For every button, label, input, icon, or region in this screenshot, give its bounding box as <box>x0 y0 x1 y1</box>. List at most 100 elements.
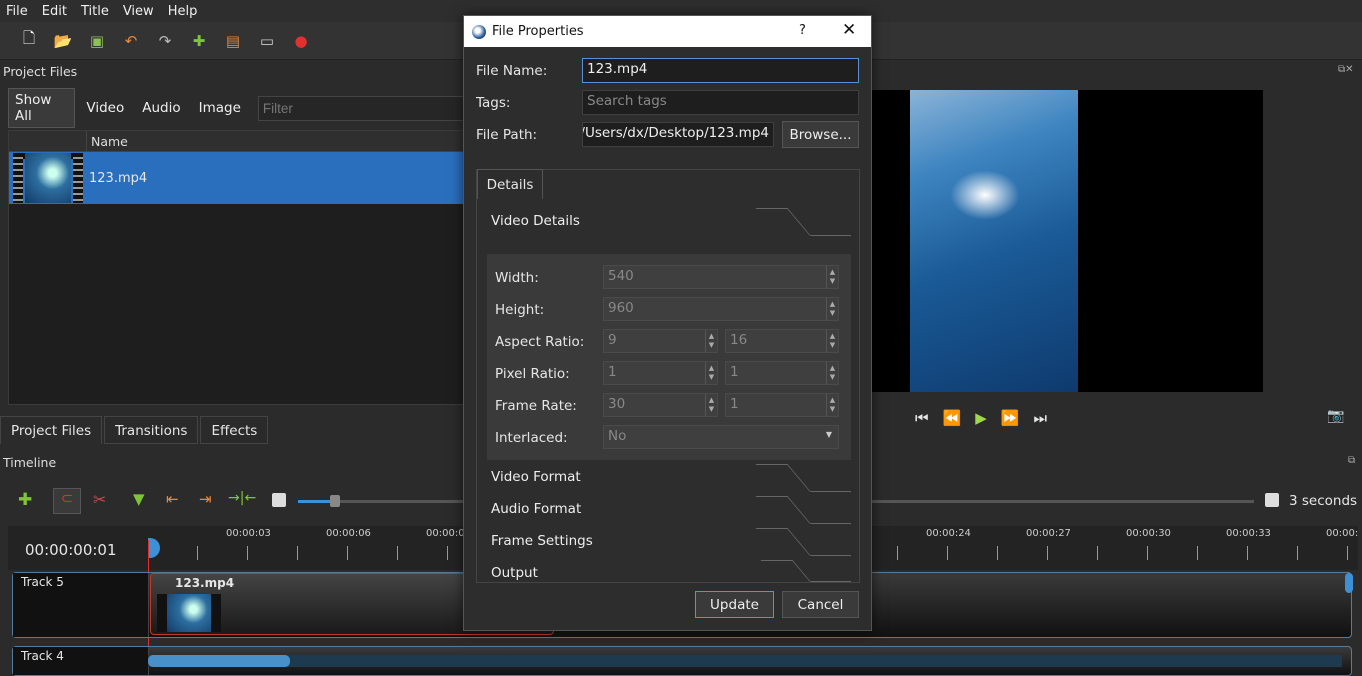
dock-close-icon[interactable]: ⧉✕ <box>1338 64 1354 75</box>
update-button[interactable]: Update <box>695 591 774 618</box>
aspect-denominator-value: 16 <box>730 332 748 348</box>
width-field[interactable]: 540 ▲ ▼ <box>603 265 839 289</box>
jump-start-icon[interactable]: ⏮ <box>915 409 929 427</box>
section-label: Frame Settings <box>491 533 593 549</box>
output-header[interactable]: Output <box>487 560 851 582</box>
menu-title[interactable]: Title <box>81 4 109 19</box>
aspect-denominator-field[interactable]: 16 ▲ ▼ <box>725 329 839 353</box>
file-name: 123.mp4 <box>89 170 148 186</box>
menu-help[interactable]: Help <box>168 4 198 19</box>
tags-field[interactable]: Search tags <box>582 90 859 115</box>
new-project-icon[interactable]: 🗋 <box>18 29 40 52</box>
file-name-field[interactable]: 123.mp4 <box>582 58 859 83</box>
tick-label: 00:00:24 <box>926 528 971 539</box>
redo-icon[interactable]: ↷ <box>154 30 176 52</box>
play-icon[interactable]: ▶ <box>975 409 987 427</box>
audio-format-header[interactable]: Audio Format <box>487 496 851 524</box>
frame-numerator-field[interactable]: 30 ▲ ▼ <box>603 393 718 417</box>
fullscreen-icon[interactable]: ▭ <box>256 30 278 52</box>
pixel-ratio-label: Pixel Ratio: <box>495 366 570 382</box>
tab-effects[interactable]: Effects <box>200 416 269 444</box>
interlaced-label: Interlaced: <box>495 430 568 446</box>
tick-label: 00:00:0 <box>426 528 465 539</box>
pixel-denominator-field[interactable]: 1 ▲ ▼ <box>725 361 839 385</box>
help-button[interactable]: ? <box>799 23 806 38</box>
project-files-title: Project Files <box>3 64 78 79</box>
cancel-button[interactable]: Cancel <box>782 591 859 618</box>
section-label: Video Format <box>491 469 581 485</box>
filter-audio[interactable]: Audio <box>135 96 187 120</box>
frame-denominator-value: 1 <box>730 396 739 412</box>
filter-show-all[interactable]: Show All <box>8 88 76 128</box>
rewind-icon[interactable]: ⏪ <box>943 409 962 427</box>
video-details-header[interactable]: Video Details <box>487 208 851 236</box>
video-format-header[interactable]: Video Format <box>487 464 851 492</box>
tick-label: 00:00: <box>1326 528 1359 539</box>
bottom-tabs: Project Files Transitions Effects <box>0 416 470 444</box>
open-project-icon[interactable]: 📂 <box>52 30 74 52</box>
track-name: Track 4 <box>21 649 64 663</box>
filter-video[interactable]: Video <box>79 96 131 120</box>
video-details-box: Width: 540 ▲ ▼ Height: 960 ▲ ▼ Aspect Ratio:… <box>487 254 851 460</box>
file-path-label: File Path: <box>476 127 538 143</box>
table-row[interactable]: 123.mp4 <box>9 152 467 204</box>
save-project-icon[interactable]: ▣ <box>86 30 108 52</box>
razor-icon[interactable]: ✂ <box>93 490 106 509</box>
track-header: Track 4 <box>13 647 149 675</box>
chevron-down-icon: ▼ <box>825 430 832 439</box>
frame-settings-header[interactable]: Frame Settings <box>487 528 851 556</box>
height-field[interactable]: 960 ▲ ▼ <box>603 297 839 321</box>
pixel-denominator-value: 1 <box>730 364 739 380</box>
add-track-icon[interactable]: ✚ <box>18 490 32 510</box>
aspect-numerator-value: 9 <box>608 332 617 348</box>
interlaced-select[interactable]: No ▼ <box>603 425 839 449</box>
vertical-scrollbar[interactable] <box>1345 573 1353 593</box>
playhead[interactable] <box>148 538 160 558</box>
camera-icon[interactable]: 📷 <box>1327 408 1344 424</box>
import-files-icon[interactable]: ✚ <box>188 30 210 52</box>
zoom-icon[interactable] <box>272 493 286 507</box>
tick-label: 00:00:27 <box>1026 528 1071 539</box>
aspect-numerator-field[interactable]: 9 ▲ ▼ <box>603 329 718 353</box>
browse-button[interactable]: Browse... <box>782 121 859 148</box>
column-name[interactable]: Name <box>87 131 132 151</box>
zoom-out-icon[interactable] <box>1265 493 1279 507</box>
tab-project-files[interactable]: Project Files <box>0 416 103 444</box>
menu-view[interactable]: View <box>123 4 154 19</box>
width-value: 540 <box>608 268 634 284</box>
export-video-icon[interactable]: ● <box>290 30 312 52</box>
next-marker-icon[interactable]: ⇥ <box>199 490 212 508</box>
tab-transitions[interactable]: Transitions <box>104 416 199 444</box>
interlaced-value: No <box>608 428 627 444</box>
zoom-slider-handle[interactable] <box>330 495 340 507</box>
pixel-numerator-field[interactable]: 1 ▲ ▼ <box>603 361 718 385</box>
timeline-dock-icon[interactable]: ⧉ <box>1348 455 1355 466</box>
fast-forward-icon[interactable]: ⏩ <box>1001 409 1020 427</box>
file-thumbnail <box>13 153 83 203</box>
tick-label: 00:00:06 <box>326 528 371 539</box>
filter-image[interactable]: Image <box>192 96 248 120</box>
frame-denominator-field[interactable]: 1 ▲ ▼ <box>725 393 839 417</box>
file-path-value: C:/Users/dx/Desktop/123.mp4 <box>582 125 769 141</box>
center-timeline-icon[interactable]: →|← <box>228 490 256 506</box>
tab-details[interactable]: Details <box>477 169 543 199</box>
clip-name: 123.mp4 <box>175 576 235 590</box>
choose-profile-icon[interactable]: ▤ <box>222 30 244 52</box>
add-marker-icon[interactable]: ▼ <box>133 490 145 508</box>
section-label: Video Details <box>491 213 580 229</box>
horizontal-scrollbar[interactable] <box>148 655 1342 667</box>
undo-icon[interactable]: ↶ <box>120 30 142 52</box>
menu-edit[interactable]: Edit <box>42 4 67 19</box>
tags-label: Tags: <box>476 95 511 111</box>
dialog-title: File Properties <box>492 24 584 39</box>
previous-marker-icon[interactable]: ⇤ <box>166 490 179 508</box>
filter-input[interactable] <box>257 95 478 121</box>
dialog-titlebar: File Properties ? ✕ <box>464 16 871 47</box>
table-header: Name <box>9 131 467 152</box>
jump-end-icon[interactable]: ⏭ <box>1033 409 1047 427</box>
menu-file[interactable]: File <box>6 4 28 19</box>
snap-icon[interactable]: ⊂ <box>53 488 81 514</box>
section-label: Output <box>491 565 538 581</box>
close-button[interactable]: ✕ <box>842 20 856 40</box>
file-path-field[interactable]: C:/Users/dx/Desktop/123.mp4 <box>582 122 774 147</box>
